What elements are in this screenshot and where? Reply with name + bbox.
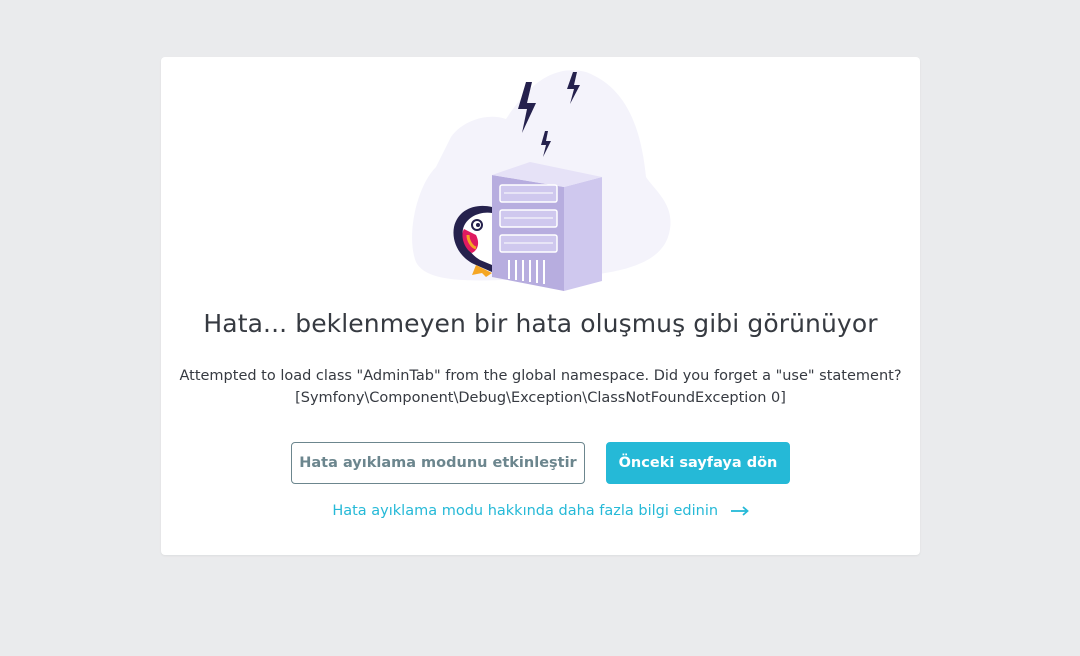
error-card: Hata... beklenmeyen bir hata oluşmuş gib… [161,57,920,555]
arrow-right-icon [730,506,749,516]
error-message-text: Attempted to load class "AdminTab" from … [179,368,902,384]
error-message: Attempted to load class "AdminTab" from … [161,365,920,409]
learn-more-debug-label: Hata ayıklama modu hakkında daha fazla b… [332,503,719,519]
learn-more-debug-link[interactable]: Hata ayıklama modu hakkında daha fazla b… [161,503,920,519]
puffin-server-error-illustration [412,70,671,291]
server-tower-icon [492,162,602,291]
enable-debug-mode-button[interactable]: Hata ayıklama modunu etkinleştir [291,442,585,484]
error-title: Hata... beklenmeyen bir hata oluşmuş gib… [203,309,878,338]
exception-class-text: [Symfony\Component\Debug\Exception\Class… [295,390,786,406]
go-back-button[interactable]: Önceki sayfaya dön [606,442,790,484]
